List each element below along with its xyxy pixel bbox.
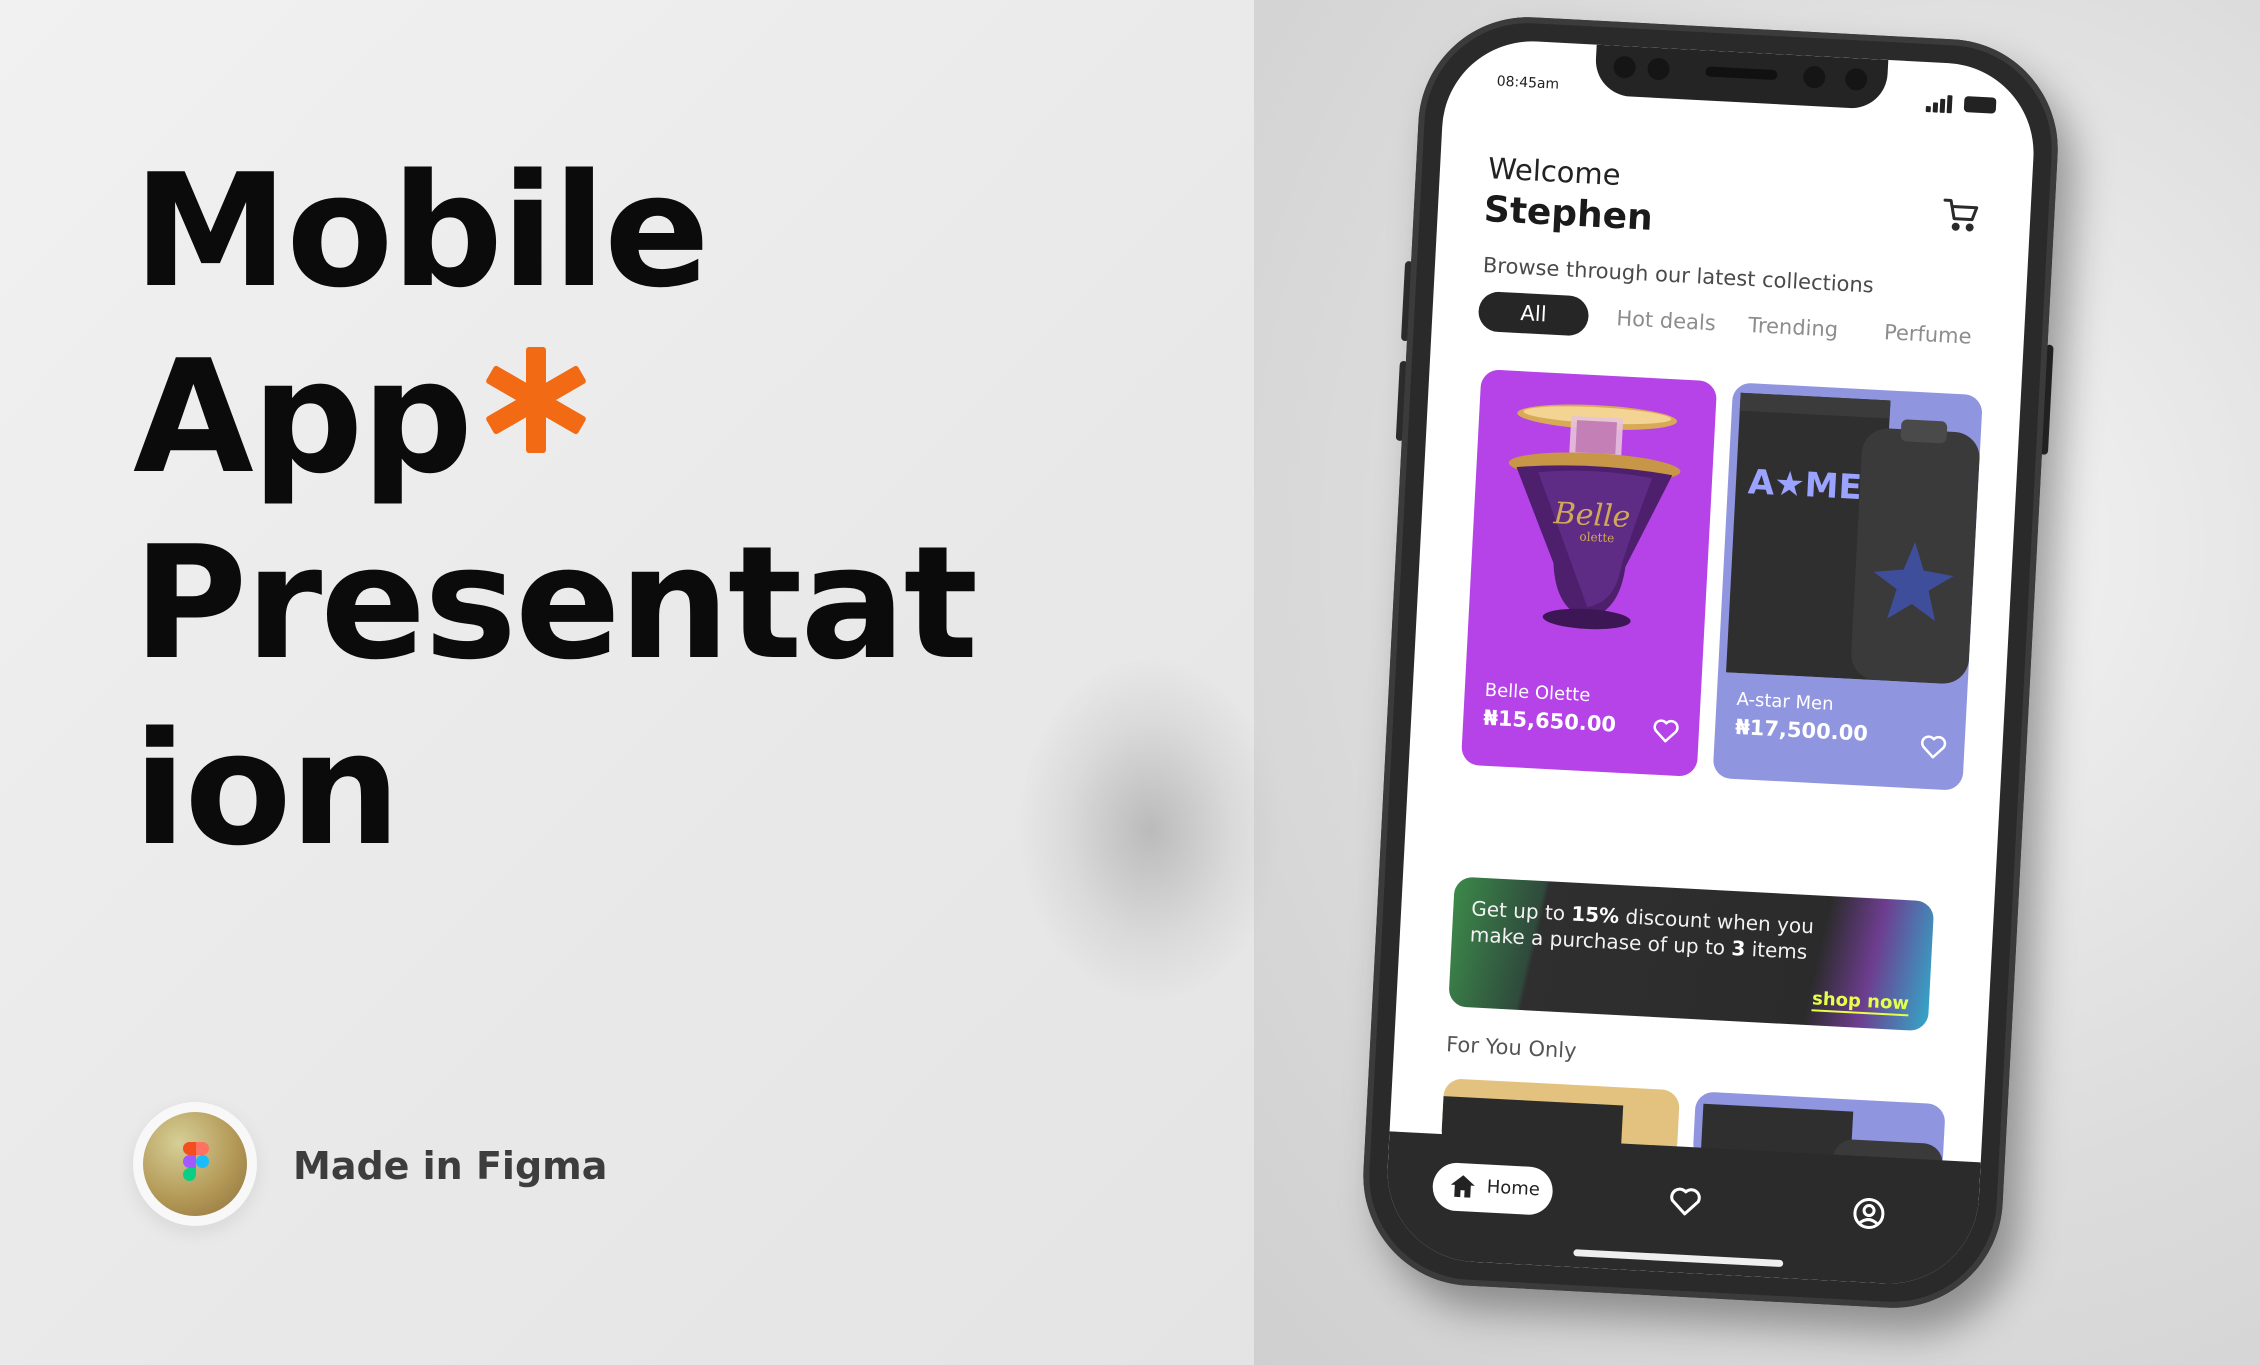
figma-logo-icon [183,1142,209,1186]
signal-icon [1925,106,1931,113]
promo-discount: 15% [1570,901,1620,929]
signal-icon [1932,102,1939,113]
section-title-for-you: For You Only [1445,1032,1578,1063]
hero-title-line-4: ion [133,698,401,880]
phone-body: 08:45am Welcome Stephen Browse through o… [1357,11,2064,1314]
phone-shadow [1020,660,1280,1000]
hero-title-line-2: App [133,324,976,510]
product-image-a-star-men: A★MEN [1726,392,1980,684]
tab-home[interactable]: Home [1431,1161,1554,1216]
product-image-belle-olette: Belle olette [1508,404,1681,630]
phone-screen: 08:45am Welcome Stephen Browse through o… [1382,36,2039,1289]
tab-home-label: Home [1486,1176,1541,1201]
shop-now-link[interactable]: shop now [1811,988,1910,1017]
heart-icon[interactable] [1920,735,1947,760]
username: Stephen [1482,189,1654,239]
made-in-figma-caption: Made in Figma [293,1144,608,1188]
status-time: 08:45am [1496,73,1560,93]
cart-icon[interactable] [1941,197,1981,233]
chip-hot-deals[interactable]: Hot deals [1615,298,1717,343]
hero-title: Mobile App Presentat ion [133,138,978,882]
figma-badge [133,1102,257,1226]
home-icon [1450,1175,1475,1198]
signal-icon [1946,95,1953,114]
product-name: Belle Olette [1484,679,1591,707]
promo-banner[interactable]: Get up to 15% discount when you make a p… [1448,876,1935,1032]
browse-subtitle: Browse through our latest collections [1482,253,1875,298]
hero-title-app: App [133,326,473,508]
product-price: ₦15,650.00 [1482,705,1617,737]
status-icons [1925,92,1997,116]
product-card[interactable]: A★MEN A-star Men ₦17,500.00 [1712,382,1983,791]
notch [1594,44,1889,110]
camera-dot [1613,55,1637,79]
asterisk-icon [483,347,589,453]
sensor-dot [1646,57,1671,81]
heart-icon[interactable] [1652,719,1679,744]
olette-label: olette [1579,529,1615,545]
chip-perfume[interactable]: Perfume [1883,312,1973,357]
badge-background [143,1112,247,1216]
camera-dot [1844,67,1868,91]
speaker-grille [1705,66,1778,81]
chip-all[interactable]: All [1477,290,1590,337]
promo-text: Get up to 15% discount when you make a p… [1469,896,1815,964]
chip-trending[interactable]: Trending [1747,305,1839,350]
product-price: ₦17,500.00 [1734,714,1869,746]
product-card[interactable]: Belle olette Belle Olette ₦15,650.00 [1460,369,1718,777]
user-circle-icon[interactable] [1851,1196,1887,1236]
hero-title-line-1: Mobile [133,140,710,322]
signal-icon [1939,98,1946,113]
sensor-dot [1802,65,1826,89]
battery-icon [1963,96,1997,114]
home-indicator[interactable] [1573,1249,1784,1268]
promo-item-count: 3 [1730,935,1747,961]
category-chips: All Hot deals Trending Perfume [1477,290,2019,363]
hero-title-line-3: Presentat [133,512,978,694]
product-name: A-star Men [1736,688,1835,715]
heart-icon[interactable] [1667,1186,1703,1222]
phone-mockup: 08:45am Welcome Stephen Browse through o… [1357,11,2084,1335]
greeting: Welcome [1487,151,1622,193]
